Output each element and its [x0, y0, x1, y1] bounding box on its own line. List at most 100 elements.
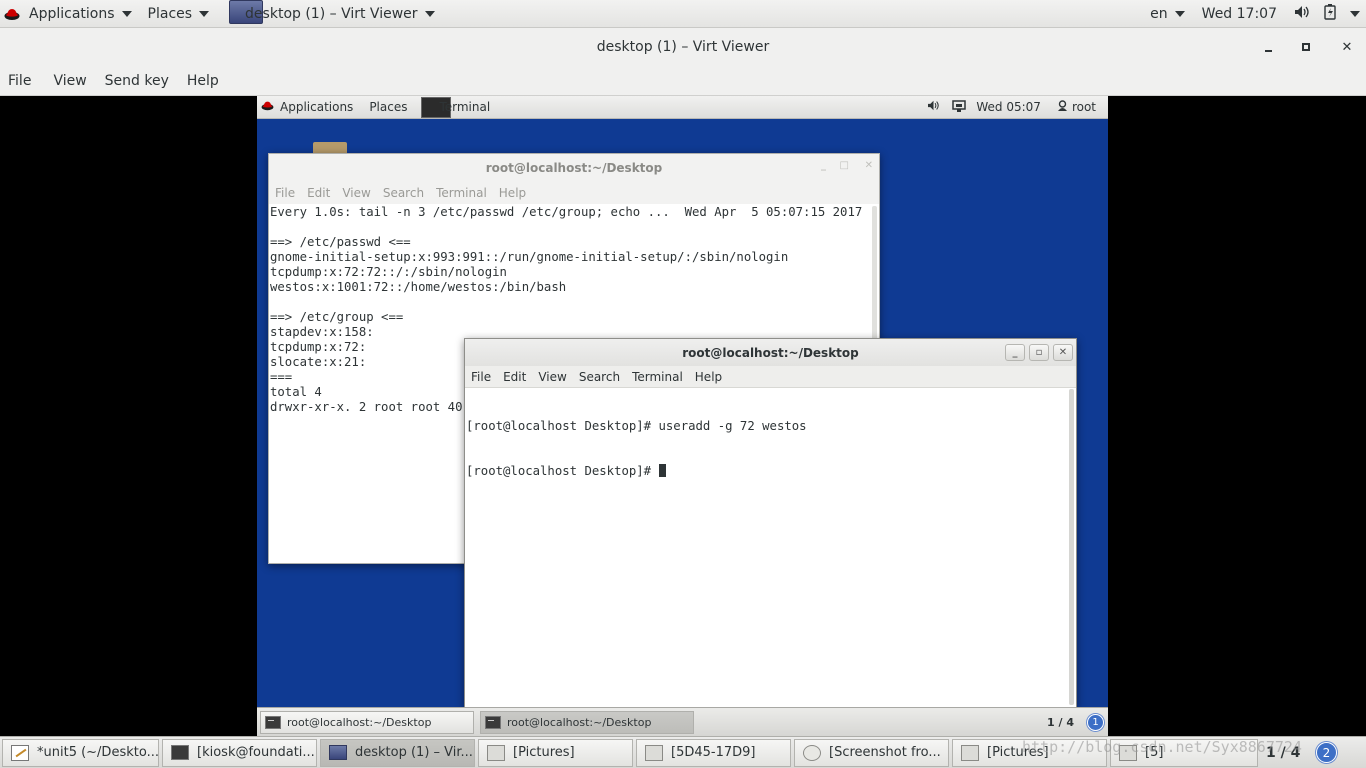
- guest-app-menu[interactable]: Terminal: [415, 96, 496, 119]
- host-task-label: [5D45-17D9]: [671, 745, 756, 760]
- close-button[interactable]: ✕: [1328, 28, 1366, 66]
- menu-view[interactable]: View: [336, 186, 376, 200]
- window-titlebar[interactable]: desktop (1) – Virt Viewer ✕: [0, 28, 1366, 66]
- host-task-terminal[interactable]: [kiosk@foundati...: [162, 738, 317, 767]
- window-menubar: File View Send key Help: [0, 66, 1366, 96]
- menu-edit[interactable]: Edit: [301, 186, 336, 200]
- guest-system-icons[interactable]: [921, 96, 970, 119]
- menu-send-key[interactable]: Send key: [97, 73, 177, 89]
- chevron-down-icon: [1350, 10, 1360, 17]
- redhat-logo-icon: [4, 7, 20, 21]
- host-task-label: [Pictures]: [987, 745, 1049, 760]
- menu-file[interactable]: File: [269, 186, 301, 200]
- redhat-logo-icon: [261, 100, 274, 114]
- language-label: en: [1150, 5, 1168, 22]
- guest-user-label: root: [1071, 100, 1096, 114]
- host-task-screenshot[interactable]: [Screenshot fro...: [794, 738, 949, 767]
- maximize-button[interactable]: [1287, 28, 1325, 66]
- system-menu[interactable]: [1287, 0, 1366, 28]
- guest-applications-label: Applications: [280, 100, 354, 114]
- terminal-back-titlebar[interactable]: root@localhost:~/Desktop _ □ ✕: [269, 154, 879, 182]
- terminal-line: Every 1.0s: tail -n 3 /etc/passwd /etc/g…: [270, 205, 863, 219]
- menu-terminal[interactable]: Terminal: [626, 370, 689, 384]
- file-manager-icon: [961, 744, 979, 761]
- close-button[interactable]: ✕: [1053, 344, 1073, 361]
- guest-places-menu[interactable]: Places: [363, 96, 413, 119]
- maximize-button[interactable]: ▫: [1029, 344, 1049, 361]
- guest-task-label: root@localhost:~/Desktop: [287, 715, 432, 729]
- terminal-icon: [171, 745, 189, 760]
- terminal-icon: [485, 715, 501, 729]
- host-task-pictures[interactable]: [Pictures]: [478, 738, 633, 767]
- clock-label: Wed 17:07: [1201, 5, 1277, 22]
- host-task-5[interactable]: [5]: [1110, 738, 1258, 767]
- guest-desktop[interactable]: Applications Places Terminal Wed 05:07 r…: [257, 96, 1108, 736]
- host-task-label: [Screenshot fro...: [829, 745, 941, 760]
- terminal-window-front[interactable]: root@localhost:~/Desktop _ ▫ ✕ File Edit…: [464, 338, 1077, 708]
- guest-task-terminal-1[interactable]: root@localhost:~/Desktop: [260, 710, 474, 734]
- chevron-down-icon: [424, 10, 435, 17]
- terminal-line: ==> /etc/passwd <==: [270, 235, 411, 249]
- file-manager-icon: [1119, 744, 1137, 761]
- menu-file[interactable]: File: [0, 73, 39, 89]
- host-task-virt-viewer[interactable]: desktop (1) – Vir...: [320, 738, 475, 767]
- menu-edit[interactable]: Edit: [497, 370, 532, 384]
- menu-help[interactable]: Help: [689, 370, 728, 384]
- guest-window-list: root@localhost:~/Desktop root@localhost:…: [257, 707, 1108, 736]
- terminal-front-output[interactable]: [root@localhost Desktop]# useradd -g 72 …: [465, 388, 1076, 706]
- guest-user-menu[interactable]: root: [1051, 96, 1108, 119]
- guest-clock[interactable]: Wed 05:07: [970, 96, 1051, 119]
- terminal-line: gnome-initial-setup:x:993:991::/run/gnom…: [270, 250, 789, 264]
- host-task-editor[interactable]: *unit5 (~/Deskto...: [2, 738, 159, 767]
- minimize-button[interactable]: _: [821, 160, 826, 171]
- terminal-back-title: root@localhost:~/Desktop: [485, 161, 663, 175]
- menu-help[interactable]: Help: [493, 186, 532, 200]
- menu-view[interactable]: View: [45, 73, 94, 89]
- terminal-front-menubar: File Edit View Search Terminal Help: [465, 366, 1076, 388]
- host-workspace-indicator[interactable]: 1 / 4: [1266, 745, 1302, 761]
- minimize-button[interactable]: _: [1005, 344, 1025, 361]
- guest-clock-label: Wed 05:07: [976, 100, 1041, 114]
- guest-workspace-indicator[interactable]: 1 / 4: [1047, 716, 1074, 729]
- language-indicator[interactable]: en: [1143, 0, 1192, 28]
- terminal-back-menubar: File Edit View Search Terminal Help: [269, 182, 879, 204]
- guest-applications-menu[interactable]: Applications: [257, 96, 359, 119]
- host-task-5d45[interactable]: [5D45-17D9]: [636, 738, 791, 767]
- guest-top-bar: Applications Places Terminal Wed 05:07 r…: [257, 96, 1108, 119]
- host-task-label: [kiosk@foundati...: [197, 745, 315, 760]
- menu-search[interactable]: Search: [573, 370, 626, 384]
- menu-search[interactable]: Search: [377, 186, 430, 200]
- close-button[interactable]: ✕: [865, 160, 873, 171]
- virt-viewer-icon: [329, 745, 347, 760]
- places-menu[interactable]: Places: [141, 0, 217, 28]
- host-top-bar: Applications Places desktop (1) – Virt V…: [0, 0, 1366, 28]
- menu-help[interactable]: Help: [179, 73, 227, 89]
- menu-view[interactable]: View: [532, 370, 572, 384]
- chevron-down-icon: [121, 10, 132, 17]
- volume-icon: [1294, 5, 1310, 23]
- applications-label: Applications: [29, 5, 115, 22]
- maximize-button[interactable]: □: [840, 160, 849, 171]
- file-manager-icon: [487, 744, 505, 761]
- chevron-down-icon: [1174, 10, 1185, 17]
- terminal-prompt: [root@localhost Desktop]#: [466, 464, 659, 478]
- guest-app-label: Terminal: [439, 100, 491, 114]
- minimize-button[interactable]: [1249, 28, 1287, 66]
- terminal-line: tcpdump:x:72:72::/:/sbin/nologin: [270, 265, 507, 279]
- host-notification-badge[interactable]: 2: [1316, 742, 1337, 763]
- applications-menu[interactable]: Applications: [0, 0, 139, 28]
- menu-terminal[interactable]: Terminal: [430, 186, 493, 200]
- scrollbar[interactable]: [1069, 389, 1074, 705]
- guest-task-terminal-2[interactable]: root@localhost:~/Desktop: [480, 710, 694, 734]
- terminal-front-titlebar[interactable]: root@localhost:~/Desktop _ ▫ ✕: [465, 339, 1076, 366]
- clock[interactable]: Wed 17:07: [1192, 0, 1287, 28]
- guest-notification-badge[interactable]: 1: [1087, 713, 1104, 731]
- terminal-front-title: root@localhost:~/Desktop: [682, 345, 859, 360]
- app-menu[interactable]: desktop (1) – Virt Viewer: [222, 0, 441, 28]
- host-task-pictures-2[interactable]: [Pictures]: [952, 738, 1107, 767]
- menu-file[interactable]: File: [465, 370, 497, 384]
- maximize-icon: [1302, 43, 1310, 51]
- viewer-display[interactable]: Applications Places Terminal Wed 05:07 r…: [0, 96, 1366, 736]
- terminal-line: ==> /etc/group <==: [270, 310, 404, 324]
